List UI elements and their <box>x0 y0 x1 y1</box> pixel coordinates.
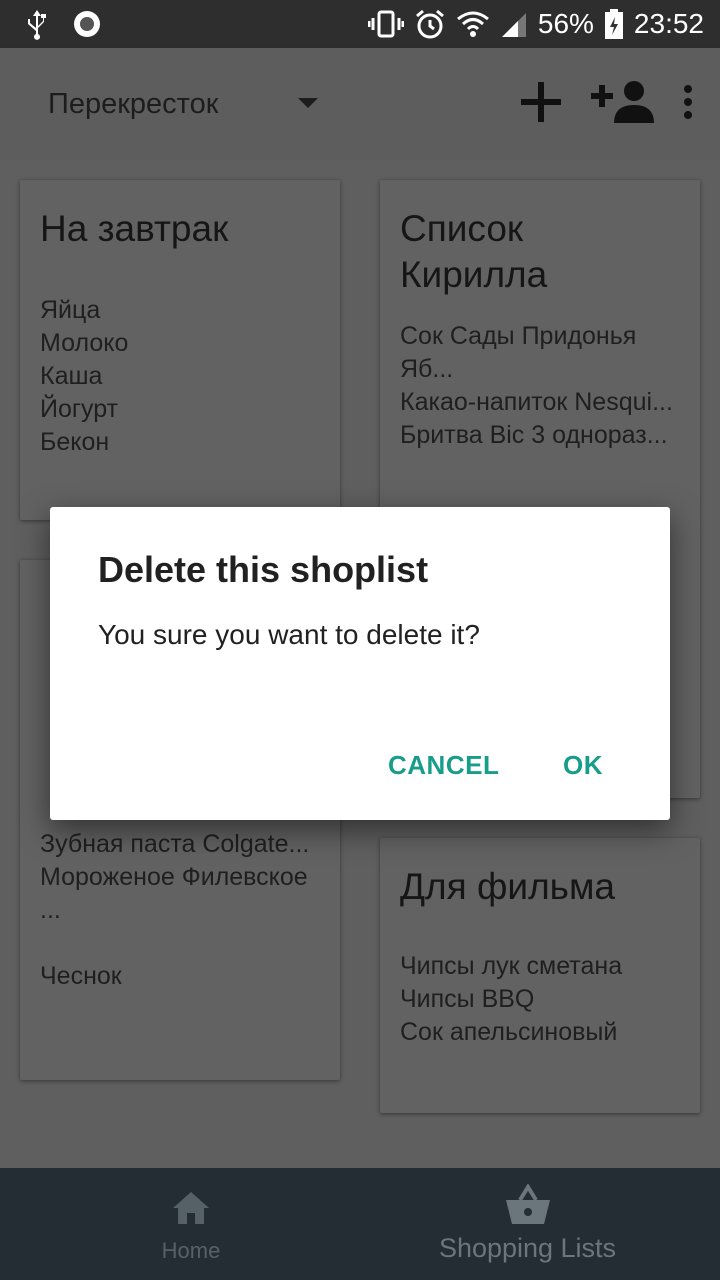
shoplist-items: Яйца Молоко Каша Йогурт Бекон <box>40 294 320 459</box>
ok-button[interactable]: OK <box>553 742 613 788</box>
shoplist-title: Для фильма <box>400 866 615 907</box>
list-item: Мороженое Филевское ... <box>40 863 308 924</box>
list-item: Какао-напиток Nesqui... <box>400 388 673 416</box>
record-icon <box>72 9 102 44</box>
clock-time: 23:52 <box>633 8 704 39</box>
list-item: Сок апельсиновый <box>400 1018 618 1046</box>
nav-home-label: Home <box>161 1238 221 1263</box>
shoplist-items: Сок Сады Придонья Яб... Какао-напиток Ne… <box>400 320 680 452</box>
delete-dialog: Delete this shoplist You sure you want t… <box>50 507 670 820</box>
dropdown-arrow-icon <box>298 98 318 108</box>
list-item: Йогурт <box>40 395 119 423</box>
battery-icon <box>604 8 624 40</box>
list-item: Молоко <box>40 329 129 357</box>
signal-icon <box>500 9 528 39</box>
shoplist-title: На завтрак <box>40 208 229 249</box>
dialog-title: Delete this shoplist <box>98 549 429 590</box>
more-options-icon[interactable] <box>682 84 694 125</box>
list-item: Чипсы лук сметана <box>400 952 623 980</box>
nav-home[interactable]: Home <box>110 1168 272 1280</box>
add-icon[interactable] <box>518 79 564 130</box>
basket-icon <box>505 1183 551 1231</box>
store-dropdown[interactable]: Перекресток <box>48 84 338 124</box>
add-person-icon[interactable] <box>590 79 656 130</box>
shoplist-card[interactable]: Для фильма Чипсы лук сметана Чипсы BBQ С… <box>380 838 700 1113</box>
wifi-icon <box>456 9 490 39</box>
shoplist-card[interactable]: На завтрак Яйца Молоко Каша Йогурт Бекон <box>20 180 340 520</box>
usb-icon <box>24 8 50 45</box>
list-item: Яйца <box>40 296 101 324</box>
alarm-icon <box>414 8 446 40</box>
status-bar: 56% 23:52 <box>0 0 720 48</box>
nav-shopping-lists-label: Shopping Lists <box>438 1233 617 1263</box>
battery-percent: 56% <box>537 8 594 39</box>
cancel-button[interactable]: CANCEL <box>378 742 509 788</box>
vibrate-icon <box>367 9 404 39</box>
shoplist-items: Чипсы лук сметана Чипсы BBQ Сок апельсин… <box>400 950 680 1049</box>
list-item: Бритва Bic 3 однораз... <box>400 421 668 449</box>
shoplist-title: Список Кирилла <box>400 208 548 295</box>
list-item: Каша <box>40 362 103 390</box>
home-icon <box>171 1190 211 1231</box>
list-item: Зубная паста Colgate... <box>40 830 310 858</box>
list-item: Бекон <box>40 428 110 456</box>
nav-shopping-lists[interactable]: Shopping Lists <box>420 1168 635 1280</box>
store-dropdown-value: Перекресток <box>48 88 219 120</box>
list-item <box>40 927 320 960</box>
dialog-message: You sure you want to delete it? <box>98 619 480 650</box>
shoplist-items: Зубная паста Colgate... Мороженое Филевс… <box>40 828 320 993</box>
list-item: Чеснок <box>40 962 122 990</box>
app-bar: Перекресток <box>0 48 720 160</box>
bottom-navigation: Home Shopping Lists <box>0 1168 720 1280</box>
list-item: Чипсы BBQ <box>400 985 535 1013</box>
list-item: Сок Сады Придонья Яб... <box>400 322 637 383</box>
